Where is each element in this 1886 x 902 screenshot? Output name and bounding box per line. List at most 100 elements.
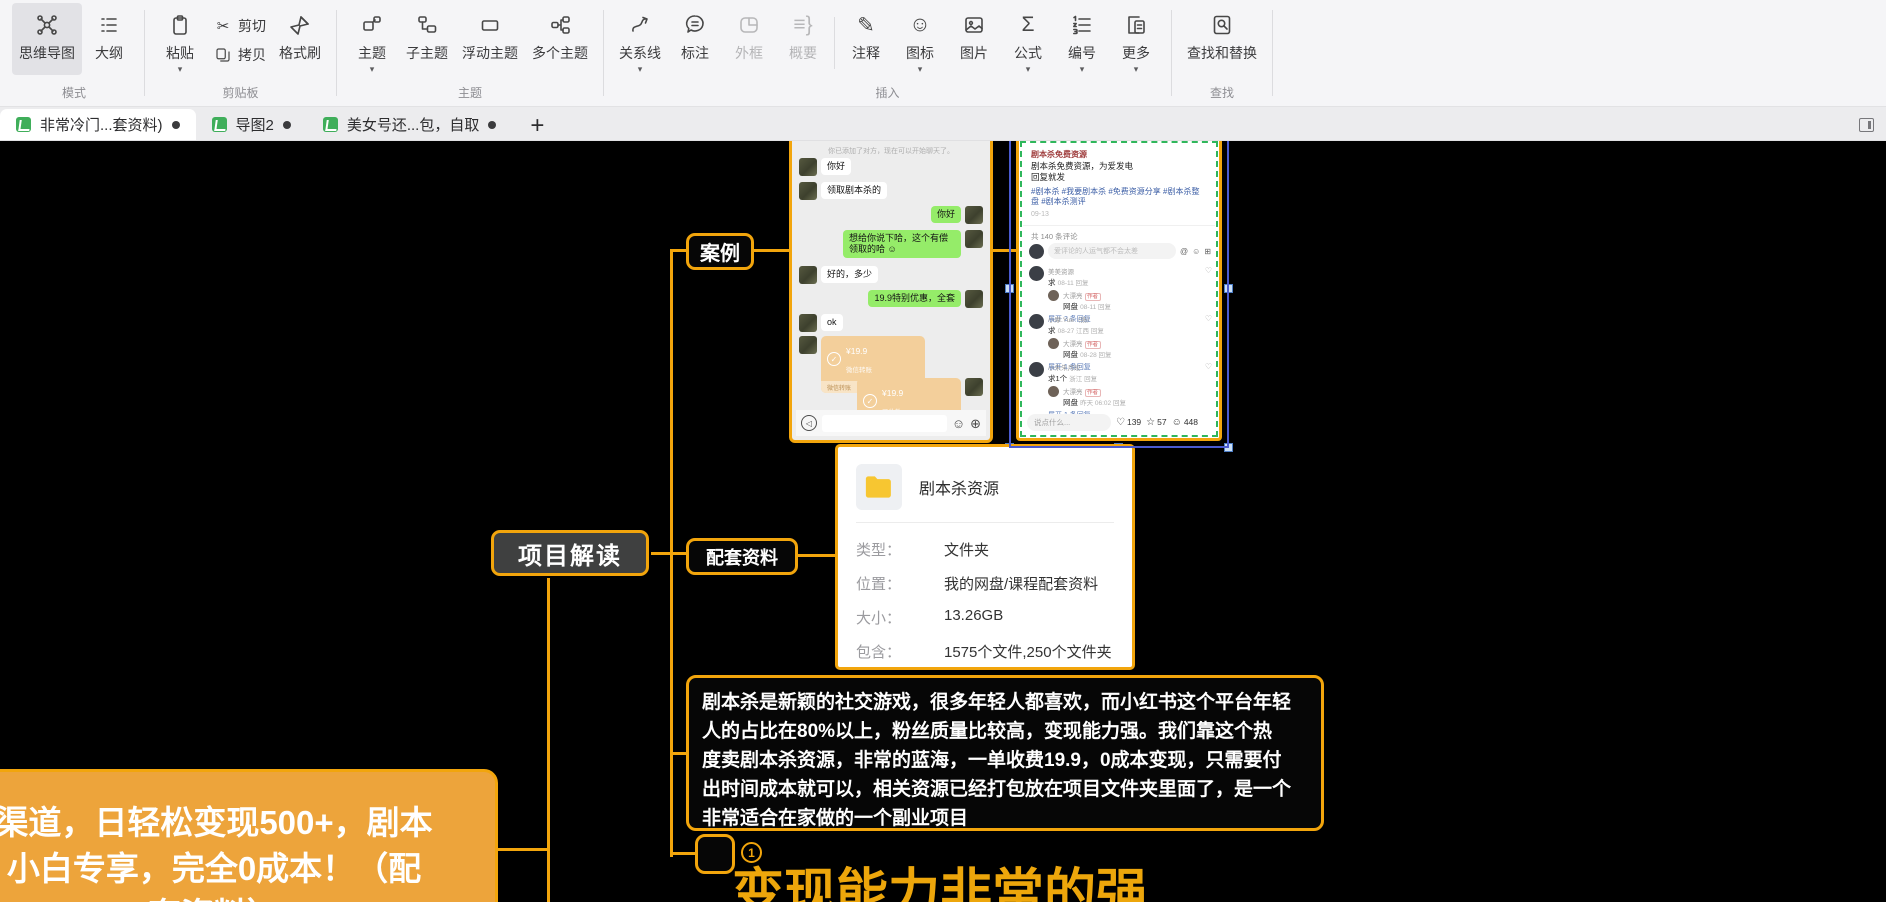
button-label: 子主题 bbox=[406, 43, 448, 63]
description-topic-node[interactable]: 剧本杀是新颖的社交游戏，很多年轻人都喜欢，而小红书这个平台年轻 人的占比在80%… bbox=[686, 675, 1324, 831]
comment-text: 求 bbox=[1048, 326, 1056, 335]
paste-button[interactable]: 粘贴 ▾ bbox=[153, 3, 207, 75]
star-icon: ☆ bbox=[1146, 417, 1155, 428]
selection-handle[interactable] bbox=[1224, 284, 1233, 293]
xiaohongshu-screenshot-node[interactable]: 剧本杀免费资源 剧本杀免费资源，为爱发电 回复就发 #剧本杀 #我要剧本杀 #免… bbox=[1016, 141, 1222, 441]
window-layout-icon[interactable] bbox=[1859, 118, 1874, 132]
big-highlight-text-node[interactable]: 变现能力非常的强 bbox=[690, 851, 1190, 902]
floating-topic-button[interactable]: 浮动主题 bbox=[455, 3, 525, 75]
connector-line bbox=[498, 848, 549, 851]
document-tab-2[interactable]: 导图2 bbox=[196, 109, 307, 140]
mindmap-canvas[interactable]: 你已添加了对方，现在可以开始聊天了。 你好 领取剧本杀的 你好 想给你说下哈，这… bbox=[0, 141, 1886, 902]
find-replace-button[interactable]: 查找和替换 bbox=[1180, 3, 1264, 75]
boundary-button: 外框 bbox=[722, 3, 776, 75]
dropdown-arrow-icon: ▾ bbox=[918, 65, 923, 73]
folder-icon bbox=[856, 464, 902, 510]
more-button[interactable]: 更多 ▾ bbox=[1109, 3, 1163, 75]
relationship-line-button[interactable]: 关系线 ▾ bbox=[612, 3, 668, 75]
connector-line bbox=[991, 249, 1017, 252]
root-topic-node[interactable]: 渠道，日轻松变现500+，剧本 小白专享，完全0成本！（配 套资料） bbox=[0, 769, 498, 902]
xhs-bottom-bar: 说点什么... ♡139 ☆57 ☺448 bbox=[1027, 412, 1211, 432]
dropdown-arrow-icon: ▾ bbox=[178, 65, 183, 73]
connector-line bbox=[547, 578, 550, 902]
reply-text: 网盘 bbox=[1063, 350, 1078, 359]
wechat-screenshot-node[interactable]: 你已添加了对方，现在可以开始聊天了。 你好 领取剧本杀的 你好 想给你说下哈，这… bbox=[789, 141, 993, 443]
transfer-amount: ¥19.9 bbox=[882, 388, 903, 398]
file-row-value: 13.26GB bbox=[944, 607, 1003, 628]
avatar bbox=[799, 182, 817, 200]
like-heart-icon: ♡ bbox=[1205, 267, 1212, 275]
avatar bbox=[965, 290, 983, 308]
voice-icon[interactable]: ◁ bbox=[801, 415, 817, 431]
tab-title: 导图2 bbox=[236, 114, 274, 135]
transfer-amount: ¥19.9 bbox=[846, 346, 867, 356]
multiple-topics-button[interactable]: 多个主题 bbox=[525, 3, 595, 75]
button-label: 多个主题 bbox=[532, 43, 588, 63]
button-label: 编号 bbox=[1068, 43, 1096, 63]
button-label: 公式 bbox=[1014, 43, 1042, 63]
smiley-marker-icon: ☺ bbox=[909, 10, 930, 40]
tab-title: 美女号还...包，自取 bbox=[347, 114, 480, 135]
author-badge: 作者 bbox=[1085, 389, 1101, 397]
group-label-insert: 插入 bbox=[875, 83, 899, 106]
cut-button[interactable]: ✂ 剪切 bbox=[207, 13, 272, 39]
new-tab-button[interactable]: + bbox=[512, 116, 562, 140]
topic-button[interactable]: 主题 ▾ bbox=[345, 3, 399, 75]
numbering-button[interactable]: 编号 ▾ bbox=[1055, 3, 1109, 75]
file-info-card-node[interactable]: 剧本杀资源 类型：文件夹 位置：我的网盘/课程配套资料 大小：13.26GB 包… bbox=[835, 444, 1135, 670]
comment-text: 求1个 bbox=[1048, 374, 1067, 383]
emoji-icon[interactable]: ☺ bbox=[952, 417, 965, 430]
copy-button[interactable]: 拷贝 bbox=[207, 42, 272, 68]
xhs-comment-input-row: 爱评论的人运气都不会太差 @ ☺ ⊞ bbox=[1029, 243, 1211, 259]
materials-topic-node[interactable]: 配套资料 bbox=[686, 538, 798, 575]
note-button[interactable]: ✎ 注释 bbox=[839, 3, 893, 75]
outline-mode-button[interactable]: 大纲 bbox=[82, 3, 136, 75]
chat-input-field[interactable] bbox=[822, 415, 947, 432]
xhs-say-something-input: 说点什么... bbox=[1027, 414, 1111, 431]
comment-meta: 08-11 回复 bbox=[1058, 280, 1089, 287]
dropdown-arrow-icon: ▾ bbox=[1134, 65, 1139, 73]
cut-icon: ✂ bbox=[213, 16, 233, 36]
callout-button[interactable]: 标注 bbox=[668, 3, 722, 75]
selection-handle[interactable] bbox=[1224, 443, 1233, 452]
avatar bbox=[799, 314, 817, 332]
summary-button: ≡} 概要 bbox=[776, 3, 830, 75]
case-topic-node[interactable]: 案例 bbox=[686, 233, 754, 270]
format-painter-button[interactable]: 格式刷 bbox=[272, 3, 328, 75]
like-heart-icon: ♡ bbox=[1205, 363, 1212, 371]
divider bbox=[1023, 225, 1215, 226]
button-label: 注释 bbox=[852, 43, 880, 63]
mindmap-mode-button[interactable]: 思维导图 bbox=[12, 3, 82, 75]
connector-line bbox=[651, 552, 687, 555]
document-tab-3[interactable]: 美女号还...包，自取 bbox=[307, 109, 513, 140]
plus-icon[interactable]: ⊕ bbox=[970, 417, 981, 430]
reply-meta: 08-11 回复 bbox=[1080, 304, 1111, 311]
project-topic-node[interactable]: 项目解读 bbox=[491, 530, 649, 576]
icon-marker-button[interactable]: ☺ 图标 ▾ bbox=[893, 3, 947, 75]
numbering-icon bbox=[1070, 10, 1094, 40]
xiaohongshu-screenshot: 剧本杀免费资源 剧本杀免费资源，为爱发电 回复就发 #剧本杀 #我要剧本杀 #免… bbox=[1023, 144, 1215, 434]
comment-author: 小摩.Yue（扬） bbox=[1048, 314, 1104, 324]
author-badge: 作者 bbox=[1085, 341, 1101, 349]
subtopic-button[interactable]: 子主题 bbox=[399, 3, 455, 75]
avatar bbox=[965, 206, 983, 224]
chat-bubble: ok bbox=[821, 314, 843, 331]
avatar bbox=[1048, 290, 1059, 301]
chat-bubble: 你好 bbox=[931, 206, 961, 223]
formula-button[interactable]: Σ 公式 ▾ bbox=[1001, 3, 1055, 75]
button-label: 拷贝 bbox=[238, 45, 266, 65]
emoji-icon: ☺ bbox=[1192, 247, 1200, 256]
floating-topic-icon bbox=[478, 10, 502, 40]
avatar bbox=[1029, 362, 1044, 377]
picture-button[interactable]: 图片 bbox=[947, 3, 1001, 75]
document-tab-1[interactable]: 非常冷门...套资料) bbox=[0, 109, 196, 140]
check-icon: ✓ bbox=[827, 352, 841, 366]
app-file-icon bbox=[212, 117, 227, 132]
divider bbox=[856, 522, 1114, 523]
button-label: 标注 bbox=[681, 43, 709, 63]
selection-handle[interactable] bbox=[1005, 284, 1014, 293]
at-icon: @ bbox=[1180, 247, 1188, 256]
file-row-label: 位置： bbox=[856, 573, 944, 594]
avatar bbox=[965, 378, 983, 396]
topic-icon bbox=[360, 10, 384, 40]
